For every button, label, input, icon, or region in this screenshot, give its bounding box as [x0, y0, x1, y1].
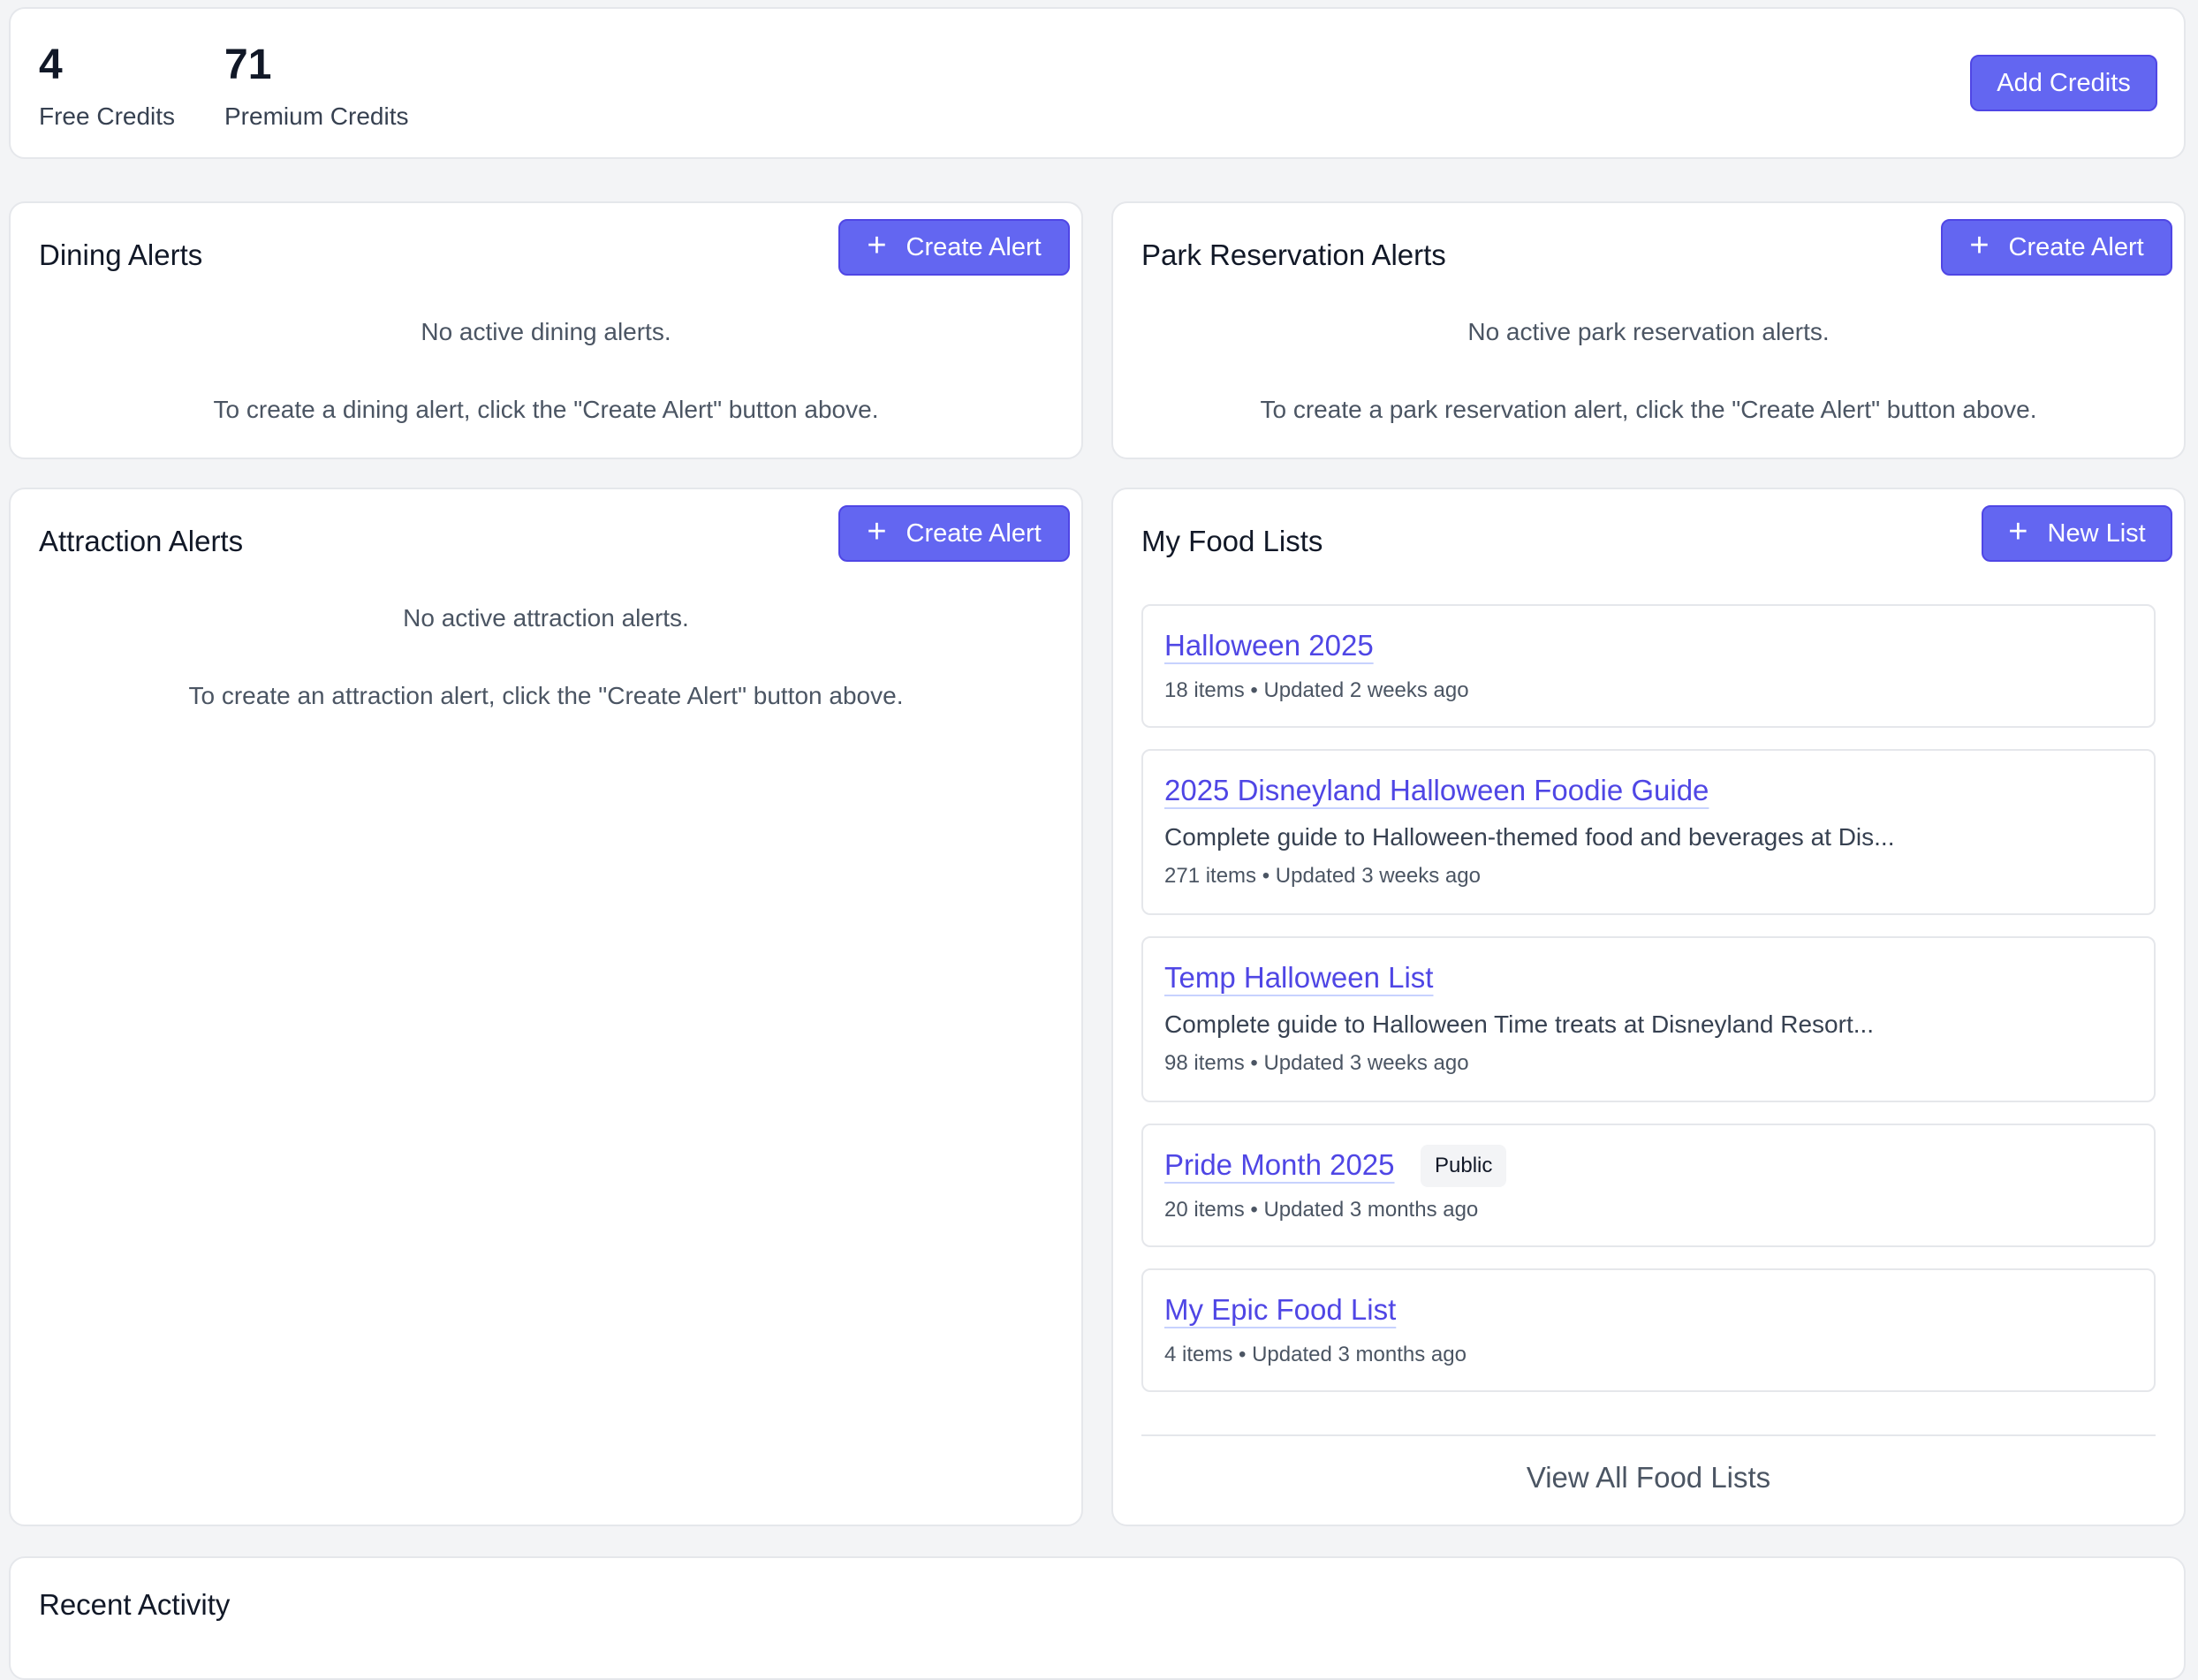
- food-list-title[interactable]: Pride Month 2025: [1164, 1148, 1395, 1182]
- food-list-description: Complete guide to Halloween-themed food …: [1164, 823, 1895, 851]
- dining-empty-hint: To create a dining alert, click the "Cre…: [213, 396, 879, 423]
- park-empty-hint: To create a park reservation alert, clic…: [1260, 396, 2037, 423]
- attraction-alerts-title: Attraction Alerts: [39, 525, 244, 557]
- credits-card: 4 Free Credits 71 Premium Credits Add Cr…: [9, 7, 2186, 159]
- recent-activity-title: Recent Activity: [39, 1588, 231, 1621]
- attraction-alerts-card: Attraction Alerts + Create Alert No acti…: [9, 488, 1083, 1526]
- food-list-title[interactable]: My Epic Food List: [1164, 1293, 1396, 1327]
- park-alerts-title: Park Reservation Alerts: [1141, 238, 1446, 271]
- list-item[interactable]: My Epic Food List 4 items • Updated 3 mo…: [1141, 1268, 2156, 1392]
- food-list-title[interactable]: 2025 Disneyland Halloween Foodie Guide: [1164, 774, 1709, 807]
- food-list-meta: 4 items • Updated 3 months ago: [1164, 1343, 1467, 1366]
- dining-create-alert-label: Create Alert: [906, 232, 1042, 261]
- dining-empty-message: No active dining alerts.: [421, 318, 671, 345]
- attraction-create-alert-button[interactable]: + Create Alert: [838, 505, 1070, 562]
- public-badge: Public: [1421, 1145, 1507, 1187]
- plus-icon: +: [867, 513, 887, 550]
- food-list-title[interactable]: Temp Halloween List: [1164, 961, 1433, 995]
- food-list-meta: 20 items • Updated 3 months ago: [1164, 1198, 1479, 1222]
- free-credits-value: 4: [39, 42, 63, 88]
- new-list-button[interactable]: + New List: [1982, 505, 2172, 562]
- food-list-meta: 271 items • Updated 3 weeks ago: [1164, 864, 1481, 888]
- recent-activity-card: Recent Activity: [9, 1556, 2186, 1680]
- list-item[interactable]: Halloween 2025 18 items • Updated 2 week…: [1141, 604, 2156, 728]
- dining-alerts-card: Dining Alerts + Create Alert No active d…: [9, 201, 1083, 459]
- park-create-alert-button[interactable]: + Create Alert: [1941, 219, 2172, 276]
- dining-alerts-title: Dining Alerts: [39, 238, 203, 271]
- view-all-food-lists-link[interactable]: View All Food Lists: [1113, 1461, 2184, 1495]
- food-list-description: Complete guide to Halloween Time treats …: [1164, 1010, 1875, 1038]
- list-item[interactable]: Temp Halloween List Complete guide to Ha…: [1141, 936, 2156, 1102]
- food-list-meta: 98 items • Updated 3 weeks ago: [1164, 1051, 1469, 1075]
- plus-icon: +: [2008, 513, 2028, 550]
- dining-create-alert-button[interactable]: + Create Alert: [838, 219, 1070, 276]
- food-list-meta: 18 items • Updated 2 weeks ago: [1164, 678, 1469, 702]
- attraction-create-alert-label: Create Alert: [906, 518, 1042, 548]
- food-lists-title: My Food Lists: [1141, 525, 1323, 557]
- list-item[interactable]: 2025 Disneyland Halloween Foodie Guide C…: [1141, 749, 2156, 915]
- list-item[interactable]: Pride Month 2025 Public 20 items • Updat…: [1141, 1124, 2156, 1247]
- park-alerts-card: Park Reservation Alerts + Create Alert N…: [1111, 201, 2186, 459]
- plus-icon: +: [867, 227, 887, 264]
- park-create-alert-label: Create Alert: [2008, 232, 2144, 261]
- attraction-empty-message: No active attraction alerts.: [403, 604, 689, 632]
- premium-credits-value: 71: [224, 42, 272, 88]
- food-lists-card: My Food Lists + New List Halloween 2025 …: [1111, 488, 2186, 1526]
- free-credits-label: Free Credits: [39, 102, 176, 130]
- food-list-title[interactable]: Halloween 2025: [1164, 629, 1374, 662]
- add-credits-button[interactable]: Add Credits: [1970, 55, 2157, 111]
- premium-credits-label: Premium Credits: [224, 102, 409, 130]
- attraction-empty-hint: To create an attraction alert, click the…: [188, 682, 904, 709]
- food-lists-divider: [1141, 1434, 2156, 1436]
- park-empty-message: No active park reservation alerts.: [1467, 318, 1830, 345]
- plus-icon: +: [1969, 227, 1990, 264]
- new-list-label: New List: [2047, 518, 2146, 548]
